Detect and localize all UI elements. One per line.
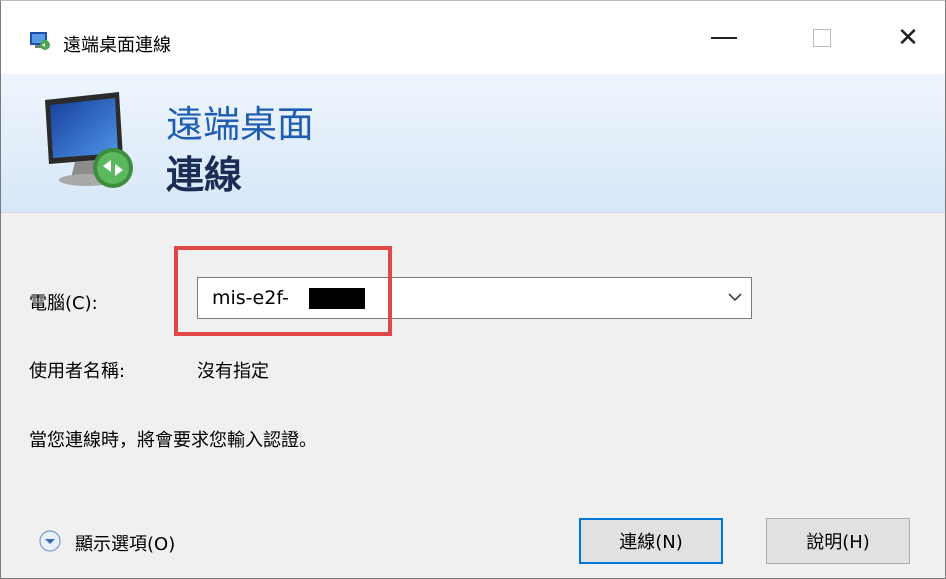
title-bar[interactable]: 遠端桌面連線 ✕ xyxy=(1,1,945,74)
help-button[interactable]: 說明(H) xyxy=(766,518,910,564)
maximize-icon xyxy=(813,28,831,47)
chevron-down-icon[interactable] xyxy=(725,287,745,307)
computer-label: 電腦(C): xyxy=(29,293,98,314)
banner-title-line2: 連線 xyxy=(166,153,243,197)
expand-options-icon[interactable] xyxy=(39,530,61,552)
window-title: 遠端桌面連線 xyxy=(63,35,171,56)
username-label: 使用者名稱: xyxy=(29,361,126,382)
show-options-link[interactable]: 顯示選項(O) xyxy=(75,530,175,556)
highlight-box xyxy=(174,246,392,336)
maximize-button[interactable] xyxy=(777,1,867,74)
close-icon: ✕ xyxy=(897,22,919,53)
banner-title-line1: 遠端桌面 xyxy=(166,103,314,146)
info-text: 當您連線時，將會要求您輸入認證。 xyxy=(29,430,317,451)
connect-button[interactable]: 連線(N) xyxy=(579,518,723,564)
remote-desktop-icon xyxy=(30,32,50,50)
minimize-icon xyxy=(711,36,737,39)
monitor-remote-icon xyxy=(45,92,133,188)
username-value: 沒有指定 xyxy=(197,361,269,382)
header-banner: 遠端桌面 連線 xyxy=(1,74,945,213)
minimize-button[interactable] xyxy=(679,1,769,74)
close-button[interactable]: ✕ xyxy=(863,1,946,74)
remote-desktop-window: 遠端桌面連線 ✕ 遠端桌面 連線 電腦(C): mis-e2f- 使用者名稱: … xyxy=(0,0,946,579)
